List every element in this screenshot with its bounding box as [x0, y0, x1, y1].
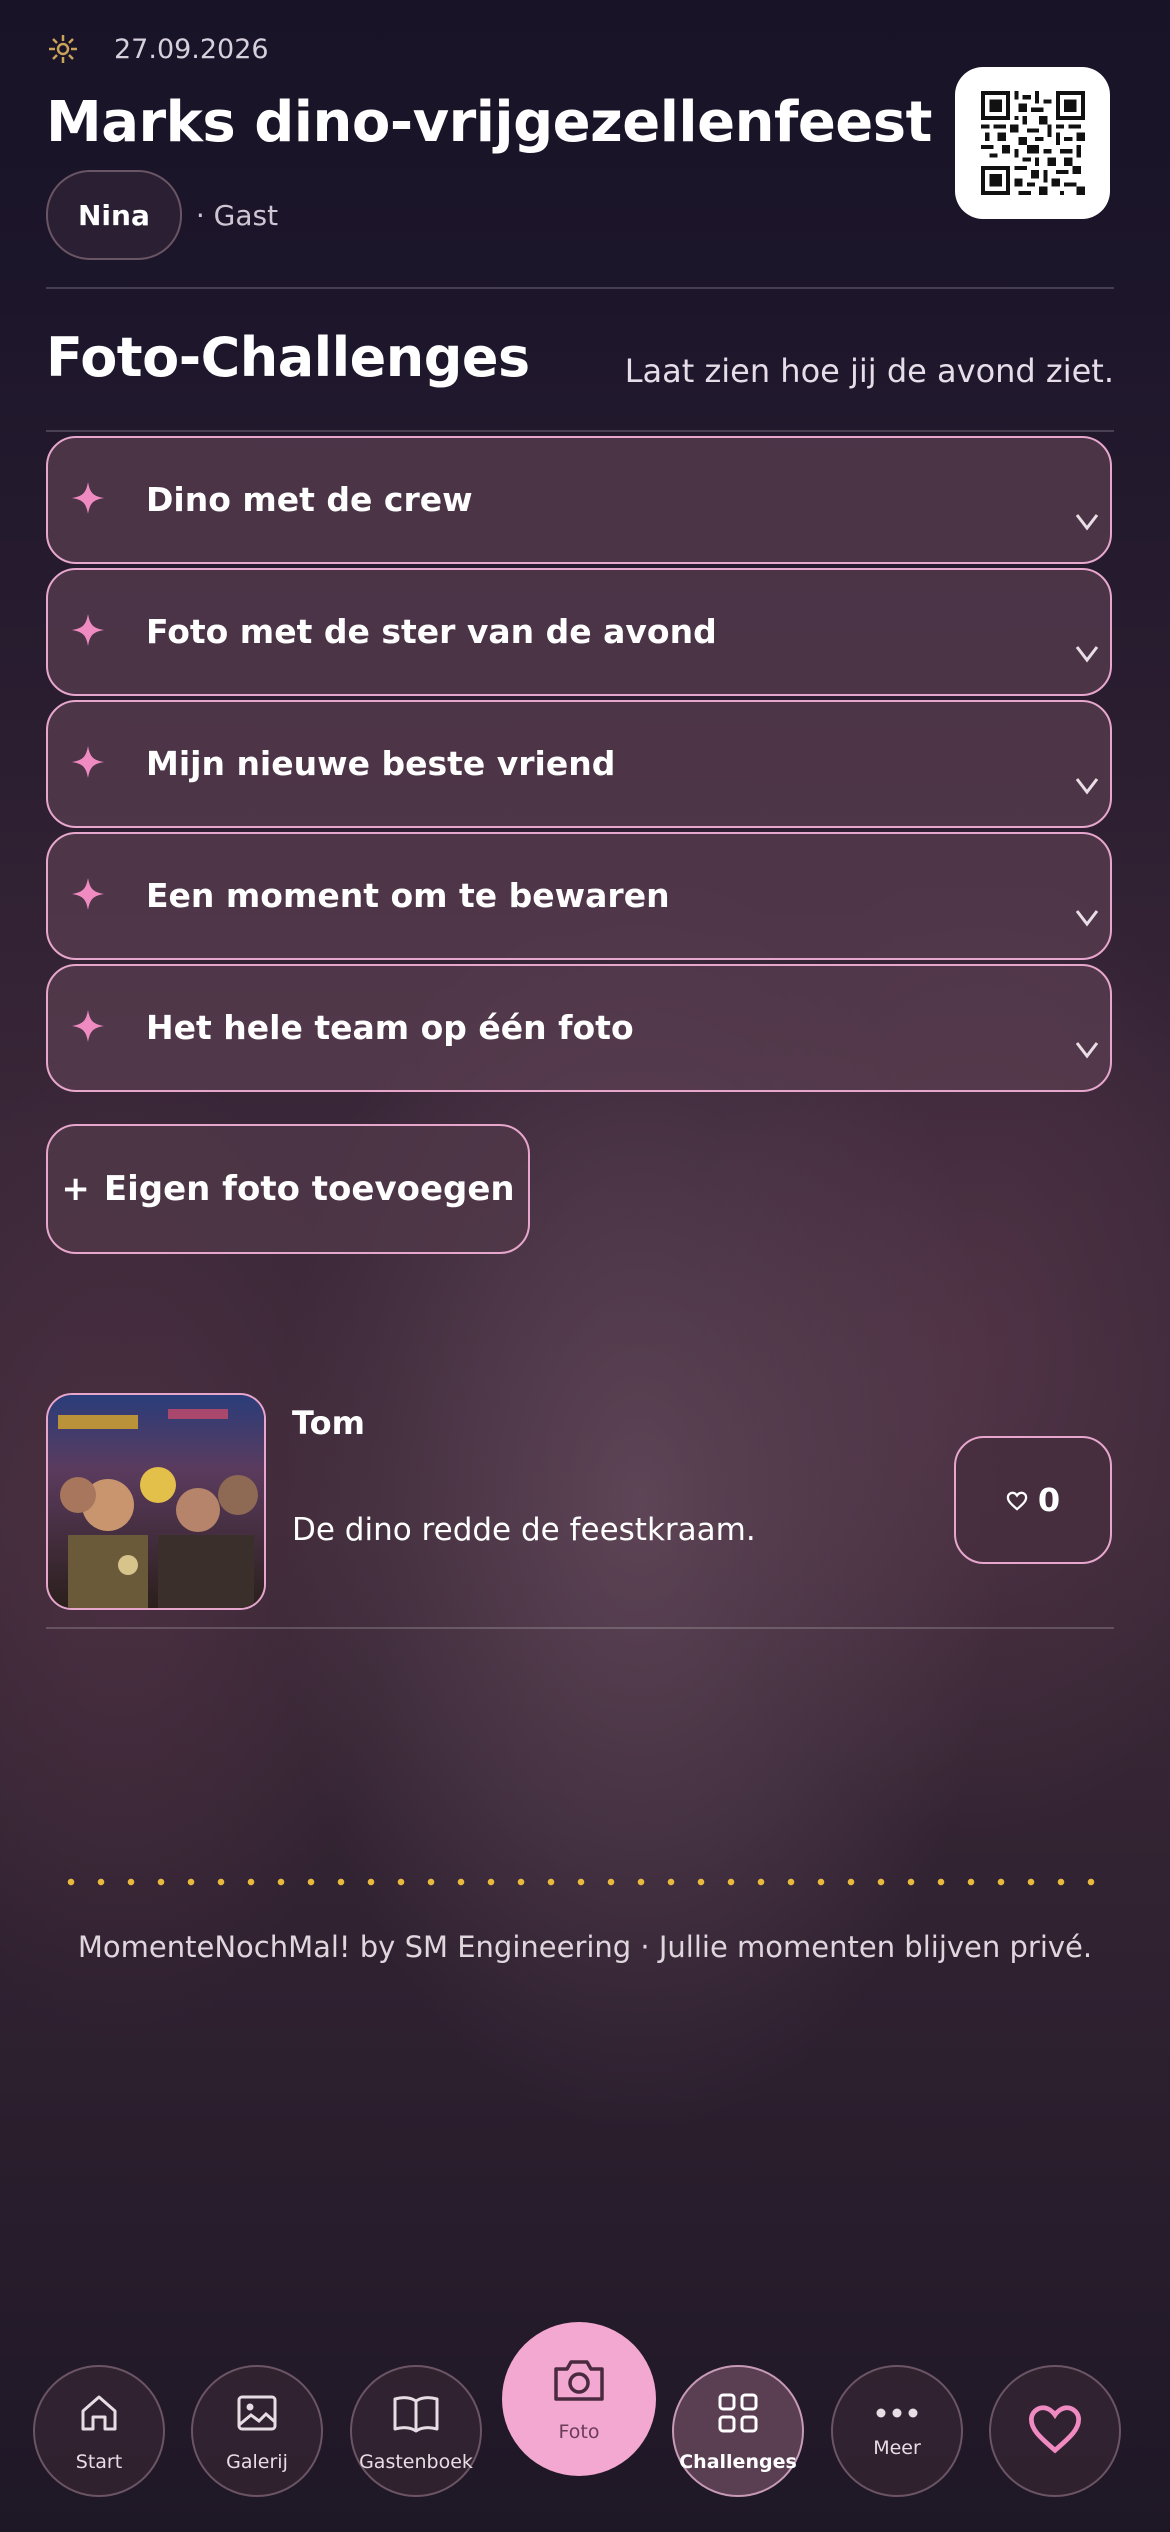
- nav-foto-label: Foto: [558, 2421, 600, 2443]
- book-icon: [390, 2389, 442, 2441]
- user-chip[interactable]: Nina: [46, 170, 182, 260]
- post-caption: De dino redde de feestkraam.: [292, 1512, 756, 1548]
- challenge-item[interactable]: Mijn nieuwe beste vriend: [46, 700, 1112, 828]
- challenge-item[interactable]: Dino met de crew: [46, 436, 1112, 564]
- add-own-photo-button[interactable]: + Eigen foto toevoegen: [46, 1124, 530, 1254]
- challenge-item[interactable]: Foto met de ster van de avond: [46, 568, 1112, 696]
- challenge-label: Mijn nieuwe beste vriend: [146, 744, 616, 783]
- home-icon: [75, 2389, 123, 2441]
- challenge-label: Het hele team op één foto: [146, 1008, 634, 1047]
- user-row: Nina · Gast: [46, 170, 278, 260]
- sparkle-icon: [68, 874, 108, 918]
- date-row: 27.09.2026: [46, 32, 269, 66]
- grid-icon: [714, 2389, 762, 2441]
- challenge-item[interactable]: Het hele team op één foto: [46, 964, 1112, 1092]
- user-role: · Gast: [195, 198, 279, 232]
- nav-gastenboek[interactable]: Gastenboek: [350, 2365, 482, 2497]
- post-author: Tom: [292, 1404, 365, 1442]
- plus-icon: +: [61, 1169, 90, 1209]
- sparkle-logo-icon: [46, 32, 80, 66]
- footer-text: MomenteNochMal! by SM Engineering · Jull…: [77, 1930, 1093, 1964]
- qr-code-button[interactable]: [955, 67, 1110, 219]
- feed-divider: [46, 1627, 1114, 1629]
- header-divider: [46, 287, 1114, 289]
- image-icon: [233, 2389, 281, 2441]
- more-dots-icon: [872, 2403, 922, 2427]
- nav-galerij-label: Galerij: [226, 2451, 288, 2473]
- section-title: Foto-Challenges: [46, 326, 530, 389]
- qr-code-icon: [980, 91, 1085, 195]
- challenge-label: Dino met de crew: [146, 480, 473, 519]
- nav-galerij[interactable]: Galerij: [191, 2365, 323, 2497]
- challenge-label: Foto met de ster van de avond: [146, 612, 717, 651]
- chevron-down-icon: [1074, 644, 1100, 668]
- sparkle-icon: [68, 1006, 108, 1050]
- event-date: 27.09.2026: [114, 33, 269, 65]
- chevron-down-icon: [1074, 908, 1100, 932]
- nav-challenges-label: Challenges: [679, 2451, 797, 2473]
- nav-start[interactable]: Start: [33, 2365, 165, 2497]
- challenge-label: Een moment om te bewaren: [146, 876, 670, 915]
- sparkle-icon: [68, 610, 108, 654]
- chevron-down-icon: [1074, 512, 1100, 536]
- chevron-down-icon: [1074, 776, 1100, 800]
- add-own-photo-label: Eigen foto toevoegen: [103, 1169, 515, 1209]
- section-subtitle: Laat zien hoe jij de avond ziet.: [624, 352, 1114, 390]
- chevron-down-icon: [1074, 1040, 1100, 1064]
- nav-challenges[interactable]: Challenges: [672, 2365, 804, 2497]
- sparkle-icon: [68, 742, 108, 786]
- heart-icon: [1026, 2403, 1084, 2459]
- post-photo[interactable]: [46, 1393, 266, 1610]
- nav-favorites-button[interactable]: [989, 2365, 1121, 2497]
- nav-gastenboek-label: Gastenboek: [359, 2451, 473, 2473]
- camera-icon: [550, 2355, 608, 2409]
- party-photo-thumbnail: [48, 1395, 264, 1608]
- section-divider: [46, 430, 1114, 432]
- dotted-separator: [56, 1878, 1106, 1886]
- sparkle-icon: [68, 478, 108, 522]
- nav-meer-label: Meer: [873, 2437, 921, 2459]
- like-count: 0: [1037, 1481, 1061, 1519]
- like-button[interactable]: 0: [954, 1436, 1112, 1564]
- nav-meer[interactable]: Meer: [831, 2365, 963, 2497]
- nav-start-label: Start: [75, 2451, 123, 2473]
- nav-foto[interactable]: Foto: [502, 2322, 656, 2476]
- challenge-item[interactable]: Een moment om te bewaren: [46, 832, 1112, 960]
- heart-icon: [1006, 1481, 1028, 1519]
- event-title: Marks dino-vrijgezellenfeest: [46, 90, 932, 155]
